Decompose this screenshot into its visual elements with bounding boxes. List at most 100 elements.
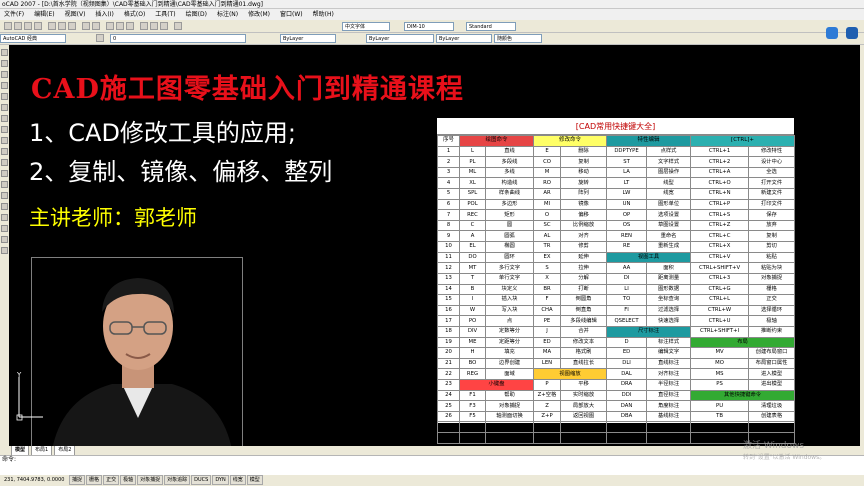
ellipse-arc-icon[interactable]	[1, 159, 8, 166]
status-toggle-2[interactable]: 正交	[103, 475, 120, 485]
menu-item-1[interactable]: 编辑(E)	[34, 9, 54, 20]
menu-item-6[interactable]: 绘图(D)	[186, 9, 207, 20]
shortcut-cell: 视图工具	[606, 251, 692, 264]
shortcut-cell: SC	[533, 219, 562, 232]
shortcut-cell: 点	[484, 315, 535, 327]
construction-line-icon[interactable]	[1, 60, 8, 67]
pan-icon[interactable]	[106, 22, 114, 30]
arc-icon[interactable]	[1, 104, 8, 111]
menu-item-5[interactable]: 工具(T)	[155, 9, 175, 20]
shortcut-cell: UN	[606, 198, 648, 211]
shortcut-cell: B	[459, 283, 486, 296]
workspace-select[interactable]: AutoCAD 经典	[0, 34, 66, 43]
table-row: 18 DIV 定数等分 J 合并 尺寸标注 CTRL+SHIFT+I 推断约束	[437, 325, 796, 338]
shortcut-header-cell: [CTRL]+	[690, 135, 796, 147]
shortcut-cell: 推断约束	[748, 325, 796, 338]
table-row: 2 PL 多段线 CO 复制 ST 文字样式 CTRL+2 设计中心	[437, 156, 796, 168]
shortcut-cell: TB	[690, 410, 750, 423]
new-icon[interactable]	[4, 22, 12, 30]
open-icon[interactable]	[14, 22, 22, 30]
status-toggle-5[interactable]: 对象追踪	[164, 475, 191, 485]
rectangle-icon[interactable]	[1, 93, 8, 100]
dim-style-select[interactable]: DIM-10	[404, 22, 454, 31]
menu-item-0[interactable]: 文件(F)	[4, 9, 24, 20]
shortcut-cell: F	[533, 294, 562, 306]
insert-block-icon[interactable]	[1, 170, 8, 177]
shortcut-cell: 其他快捷键命令	[690, 389, 796, 402]
shortcut-cell: O	[533, 209, 562, 221]
shortcut-cell: 全选	[748, 166, 796, 179]
shortcut-cell: 矩形	[484, 209, 535, 221]
menu-item-8[interactable]: 修改(M)	[248, 9, 270, 20]
line-icon[interactable]	[1, 49, 8, 56]
shortcut-cell: 图形单位	[646, 198, 692, 211]
menu-item-4[interactable]: 格式(O)	[124, 9, 145, 20]
hatch-icon[interactable]	[1, 203, 8, 210]
menu-item-2[interactable]: 视图(V)	[65, 9, 86, 20]
linetype-select[interactable]: ByLayer	[366, 34, 434, 43]
shortcut-cell: 过滤选择	[646, 304, 692, 317]
redo-icon[interactable]	[92, 22, 100, 30]
save-icon[interactable]	[24, 22, 32, 30]
region-icon[interactable]	[1, 225, 8, 232]
layer-select[interactable]: 0	[110, 34, 246, 43]
ellipse-icon[interactable]	[1, 148, 8, 155]
undo-icon[interactable]	[82, 22, 90, 30]
shortcut-cell: 多线	[484, 166, 535, 179]
shortcut-cell: 创建布局窗口	[748, 347, 796, 359]
status-toggle-1[interactable]: 栅格	[86, 475, 103, 485]
paste-icon[interactable]	[68, 22, 76, 30]
cut-icon[interactable]	[48, 22, 56, 30]
app-window-icon-2[interactable]	[846, 27, 858, 39]
status-toggle-8[interactable]: 线宽	[229, 475, 246, 485]
print-icon[interactable]	[34, 22, 42, 30]
help-icon[interactable]	[174, 22, 182, 30]
point-icon[interactable]	[1, 192, 8, 199]
plotstyle-select[interactable]: 随颜色	[494, 34, 542, 43]
table-row: 16 W 写入块 CHA 倒直角 FI 过滤选择 CTRL+W 选择循环	[437, 304, 796, 317]
layer-manager-icon[interactable]	[96, 34, 104, 42]
status-toggle-3[interactable]: 极轴	[120, 475, 137, 485]
table-icon[interactable]	[1, 236, 8, 243]
gradient-icon[interactable]	[1, 214, 8, 221]
app-window-icon[interactable]	[826, 27, 838, 39]
menu-item-7[interactable]: 标注(N)	[217, 9, 238, 20]
table-row: 13 T 单行文字 X 分解 DI 距离测量 CTRL+3 对象捕捉	[437, 272, 796, 285]
make-block-icon[interactable]	[1, 181, 8, 188]
copy-icon[interactable]	[58, 22, 66, 30]
status-toggle-6[interactable]: DUCS	[191, 475, 212, 485]
shortcut-cell: CTRL+1	[690, 145, 750, 158]
shortcut-cell: 格式刷	[560, 347, 608, 359]
shortcut-cell: 直线标注	[646, 357, 692, 370]
menu-item-9[interactable]: 窗口(W)	[280, 9, 303, 20]
polygon-icon[interactable]	[1, 82, 8, 89]
table-row: 17 PO 点 PE 多段线编辑 QSELECT 快速选择 CTRL+U 极轴	[437, 315, 796, 327]
table-style-select[interactable]: Standard	[466, 22, 516, 31]
text-style-select[interactable]: 中文字体	[342, 22, 390, 31]
zoom-window-icon[interactable]	[126, 22, 134, 30]
shortcut-cell: 基线标注	[646, 410, 692, 423]
mtext-icon[interactable]	[1, 247, 8, 254]
color-select[interactable]: ByLayer	[280, 34, 336, 43]
design-center-icon[interactable]	[150, 22, 158, 30]
spline-icon[interactable]	[1, 137, 8, 144]
menu-item-10[interactable]: 帮助(H)	[313, 9, 334, 20]
shortcut-cell: 移动	[560, 166, 608, 179]
shortcut-cell: A	[459, 230, 486, 243]
shortcut-cell: 20	[437, 347, 460, 359]
circle-icon[interactable]	[1, 115, 8, 122]
menu-item-3[interactable]: 插入(I)	[95, 9, 113, 20]
status-toggle-7[interactable]: DYN	[212, 475, 229, 485]
status-toggle-0[interactable]: 捕捉	[69, 475, 86, 485]
command-line[interactable]: 命令:	[0, 455, 864, 475]
status-toggle-9[interactable]: 模型	[246, 475, 263, 485]
zoom-icon[interactable]	[116, 22, 124, 30]
polyline-icon[interactable]	[1, 71, 8, 78]
status-toggle-4[interactable]: 对象捕捉	[137, 475, 164, 485]
revcloud-icon[interactable]	[1, 126, 8, 133]
shortcut-cell: CTRL+SHIFT+V	[690, 262, 750, 274]
properties-icon[interactable]	[140, 22, 148, 30]
drawing-canvas[interactable]: CAD施工图零基础入门到精通课程 1、CAD修改工具的应用; 2、复制、镜像、偏…	[9, 45, 860, 446]
tool-palette-icon[interactable]	[160, 22, 168, 30]
lineweight-select[interactable]: ByLayer	[436, 34, 492, 43]
